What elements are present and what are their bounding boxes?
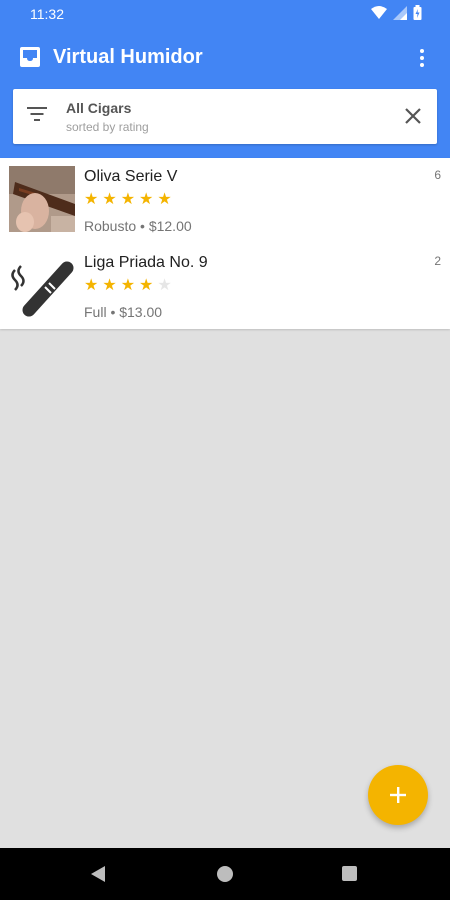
battery-icon: [413, 5, 422, 20]
cigar-name: Liga Priada No. 9: [84, 254, 208, 271]
recents-icon[interactable]: [342, 866, 357, 881]
rating-stars: ★ ★ ★ ★ ★: [84, 278, 172, 294]
star-icon: ★: [84, 277, 99, 294]
app-bar: 11:32 Virtual Humidor All Cigars sorted …: [0, 0, 450, 158]
signal-icon: [393, 5, 407, 20]
filter-subtitle: sorted by rating: [66, 120, 149, 134]
star-icon: ★: [102, 277, 117, 294]
star-icon: ★: [102, 191, 117, 208]
filter-title: All Cigars: [66, 100, 132, 116]
rating-stars: ★ ★ ★ ★ ★: [84, 192, 172, 208]
cigar-photo: [9, 166, 75, 232]
home-icon[interactable]: [217, 866, 233, 882]
star-icon: ★: [120, 277, 136, 294]
list-item[interactable]: Liga Priada No. 9 ★ ★ ★ ★ ★ Full • $13.0…: [0, 244, 450, 330]
star-icon: ★: [120, 191, 136, 208]
cigar-count: 6: [434, 168, 441, 182]
status-icons: [371, 5, 422, 20]
more-vert-icon[interactable]: [410, 46, 434, 70]
star-icon: ★: [157, 191, 172, 208]
filter-bar[interactable]: All Cigars sorted by rating: [13, 89, 437, 144]
add-cigar-button[interactable]: [368, 765, 428, 825]
cigar-count: 2: [434, 254, 441, 268]
back-icon[interactable]: [90, 865, 106, 883]
cigar-meta: Robusto • $12.00: [84, 218, 192, 234]
status-bar: 11:32: [0, 0, 450, 28]
star-icon: ★: [157, 277, 172, 294]
star-icon: ★: [84, 191, 99, 208]
cigar-name: Oliva Serie V: [84, 168, 178, 185]
app-title: Virtual Humidor: [53, 46, 203, 68]
inbox-icon: [20, 47, 40, 67]
star-icon: ★: [139, 191, 154, 208]
system-nav-bar: [0, 848, 450, 900]
toolbar: Virtual Humidor: [0, 34, 450, 82]
filter-icon[interactable]: [27, 107, 47, 121]
wifi-icon: [371, 5, 387, 19]
cigar-list: Oliva Serie V ★ ★ ★ ★ ★ Robusto • $12.00…: [0, 158, 450, 329]
cigar-meta: Full • $13.00: [84, 304, 163, 320]
list-item[interactable]: Oliva Serie V ★ ★ ★ ★ ★ Robusto • $12.00…: [0, 158, 450, 244]
close-icon[interactable]: [401, 104, 425, 128]
cigar-icon: [9, 252, 75, 318]
star-icon: ★: [139, 277, 154, 294]
plus-icon: [390, 787, 406, 803]
status-time: 11:32: [30, 6, 64, 22]
